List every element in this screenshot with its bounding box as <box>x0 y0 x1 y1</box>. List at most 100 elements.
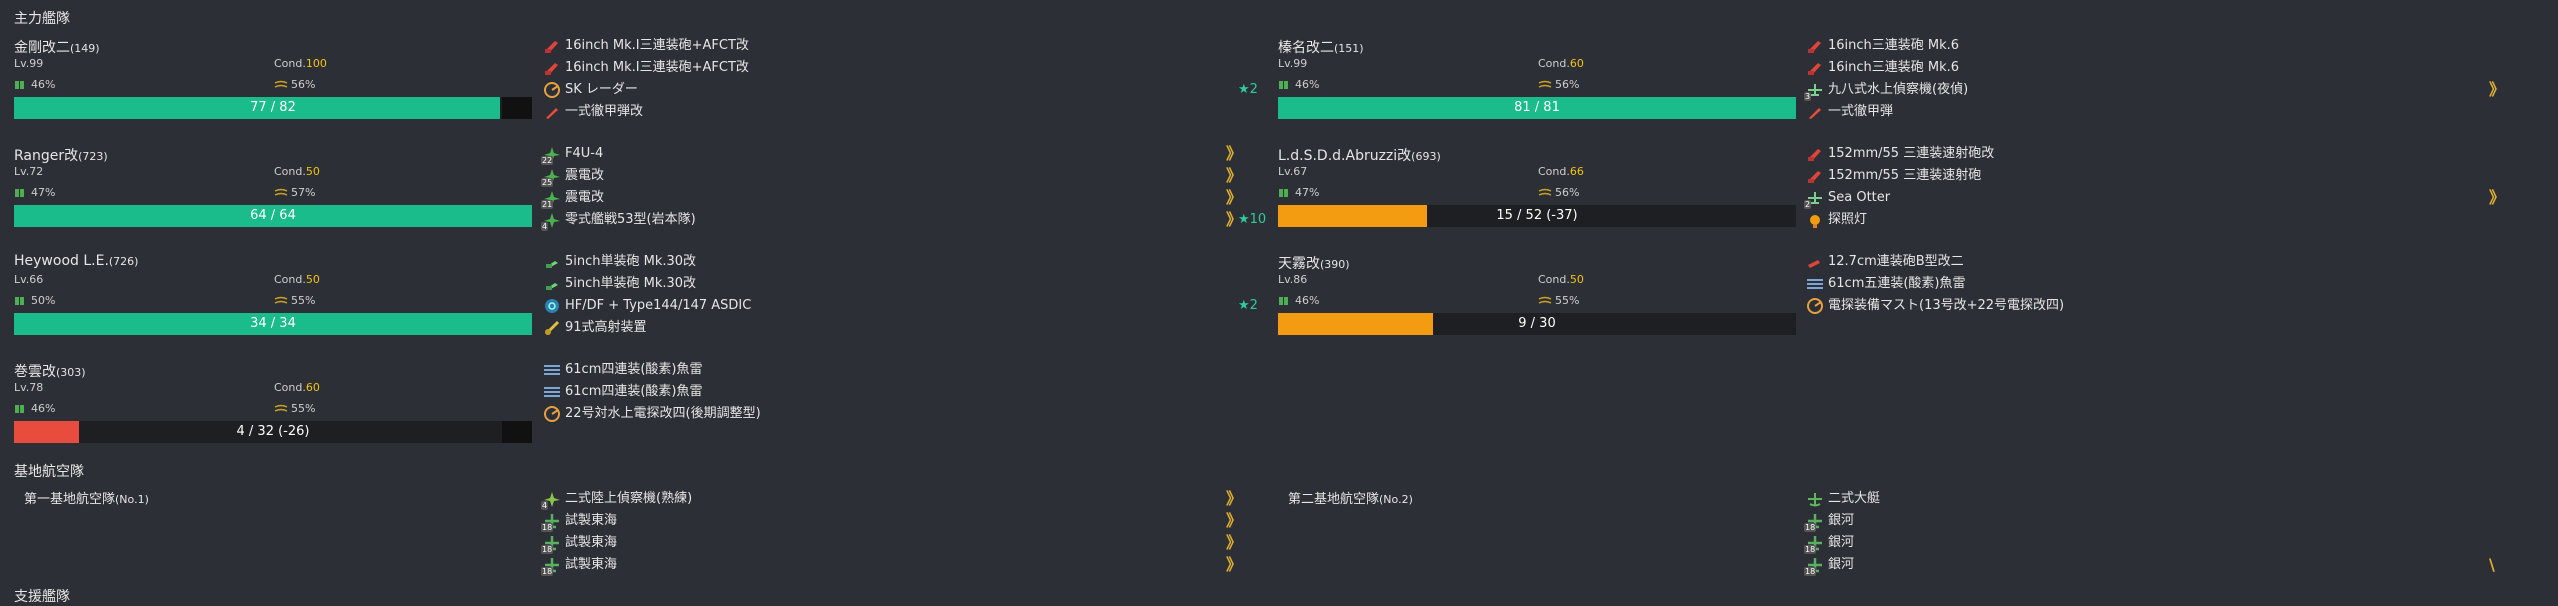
equip-name: 九八式水上偵察機(夜偵) <box>1828 82 1969 97</box>
ship-card[interactable]: 天霧改(390) Lv.86 Cond.50 46% 55% 9 / 30 <box>1268 251 1796 351</box>
equip-slot[interactable]: 12.7cm連装砲B型改二 <box>1806 251 2506 273</box>
equip-name: 電探装備マスト(13号改+22号電探改四) <box>1828 298 2065 313</box>
proficiency-chevron-icon: 》 <box>1226 555 1243 574</box>
hp-text: 64 / 64 <box>250 208 296 223</box>
ammo-indicator: 56% <box>274 78 315 91</box>
proficiency-badge: 18 <box>1804 545 1817 554</box>
hp-text: 34 / 34 <box>250 316 296 331</box>
equip-slot[interactable]: 152mm/55 三連装速射砲改 <box>1806 143 2506 165</box>
ship-id: (151) <box>1334 42 1364 55</box>
equip-slot[interactable]: 18 銀河 <box>1804 510 2506 532</box>
equip-slot[interactable]: 16inch三連装砲 Mk.6 <box>1806 57 2506 79</box>
torpedo-icon <box>1806 275 1824 293</box>
land-bomber-icon: 18 <box>1804 556 1824 576</box>
fighter-icon: 4 <box>541 211 561 231</box>
equip-slot[interactable]: 18 試製東海 》 <box>541 554 1243 576</box>
fuel-indicator: 46% <box>14 78 55 91</box>
equip-slot[interactable]: SK レーダー ★2 <box>543 79 1258 101</box>
air-base-name[interactable]: 第一基地航空隊(No.1) <box>24 488 149 507</box>
equip-name: F4U-4 <box>565 146 604 161</box>
ship-id: (693) <box>1411 150 1441 163</box>
proficiency-badge: 18 <box>541 523 554 532</box>
equip-slot[interactable]: 3 九八式水上偵察機(夜偵) 》 <box>1804 79 2506 101</box>
proficiency-chevron-icon: 》 <box>2489 80 2506 99</box>
fuel-icon <box>1278 79 1292 90</box>
ship-card[interactable]: 巻雲改(303) Lv.78 Cond.60 46% 55% 4 / 32 (-26) <box>4 359 532 459</box>
equip-name: 一式徹甲弾改 <box>565 104 644 119</box>
equip-slot[interactable]: 電探装備マスト(13号改+22号電探改四) <box>1806 295 2506 317</box>
ship-name: Heywood L.E.(726) <box>14 253 139 269</box>
equip-slot[interactable]: 18 銀河 \ <box>1804 554 2506 576</box>
equip-slot[interactable]: 4 二式陸上偵察機(熟練) 》 <box>541 488 1243 510</box>
gun-red-icon <box>1806 37 1824 55</box>
ship-card[interactable]: 金剛改二(149) Lv.99 Cond.100 46% 56% 77 / 82 <box>4 35 532 135</box>
equip-slot[interactable]: 16inch Mk.I三連装砲+AFCT改 <box>543 57 1243 79</box>
equip-slot[interactable]: 18 銀河 <box>1804 532 2506 554</box>
proficiency-chevron-icon: 》 <box>1226 533 1243 552</box>
equip-slot[interactable]: 5inch単装砲 Mk.30改 <box>543 251 1243 273</box>
equip-slot[interactable]: 152mm/55 三連装速射砲 <box>1806 165 2506 187</box>
equip-slot[interactable]: 18 試製東海 》 <box>541 510 1243 532</box>
equip-name: 16inch Mk.I三連装砲+AFCT改 <box>565 60 749 75</box>
equip-slot[interactable]: 探照灯 <box>1806 209 2506 231</box>
equip-name: 銀河 <box>1828 535 1855 550</box>
ship-condition: Cond.60 <box>1538 57 1584 70</box>
ship-card[interactable]: L.d.S.D.d.Abruzzi改(693) Lv.67 Cond.66 47% 56… <box>1268 143 1796 243</box>
ammo-icon <box>274 295 288 306</box>
ship-level: Lv.99 <box>1278 57 1308 70</box>
gun-green-icon <box>543 253 561 271</box>
equip-slot[interactable]: 61cm五連装(酸素)魚雷 <box>1806 273 2506 295</box>
fuel-indicator: 50% <box>14 294 55 307</box>
equip-slot[interactable]: 5inch単装砲 Mk.30改 <box>543 273 1243 295</box>
ship-name: 天霧改(390) <box>1278 256 1350 272</box>
equip-name: 試製東海 <box>565 535 618 550</box>
equip-name: 5inch単装砲 Mk.30改 <box>565 276 697 291</box>
proficiency-badge: 22 <box>541 156 554 165</box>
equip-slot[interactable]: 2 Sea Otter 》 <box>1804 187 2506 209</box>
equip-slot[interactable]: 16inch三連装砲 Mk.6 <box>1806 35 2506 57</box>
ship-id: (723) <box>78 150 108 163</box>
improvement-star: ★10 <box>1238 212 1267 227</box>
equip-slot[interactable]: 4 零式艦戦53型(岩本隊) 》 ★10 <box>541 209 1266 231</box>
ship-card[interactable]: 榛名改二(151) Lv.99 Cond.60 46% 56% 81 / 81 <box>1268 35 1796 135</box>
ship-level: Lv.72 <box>14 165 44 178</box>
equip-slot[interactable]: 25 震電改 》 <box>541 165 1243 187</box>
hp-bar: 4 / 32 (-26) <box>14 421 532 443</box>
land-bomber-icon: 18 <box>541 556 561 576</box>
hp-text: 81 / 81 <box>1514 100 1560 115</box>
equip-slot[interactable]: 22号対水上電探改四(後期調整型) <box>543 403 1243 425</box>
equip-name: HF/DF + Type144/147 ASDIC <box>565 298 752 313</box>
fuel-icon <box>1278 187 1292 198</box>
gun-red-icon <box>543 37 561 55</box>
fuel-indicator: 47% <box>14 186 55 199</box>
gun-red-icon <box>1806 167 1824 185</box>
proficiency-chevron-icon: 》 <box>1226 144 1243 163</box>
ship-card[interactable]: Heywood L.E.(726) Lv.66 Cond.50 50% 55% 34 / … <box>4 251 532 351</box>
equip-name: 152mm/55 三連装速射砲 <box>1828 168 1982 183</box>
equip-slot[interactable]: 一式徹甲弾 <box>1806 101 2506 123</box>
proficiency-badge: 18 <box>1804 567 1817 576</box>
equip-slot[interactable]: 61cm四連装(酸素)魚雷 <box>543 359 1243 381</box>
equip-name: 5inch単装砲 Mk.30改 <box>565 254 697 269</box>
equip-slot[interactable]: HF/DF + Type144/147 ASDIC ★2 <box>543 295 1258 317</box>
ammo-indicator: 56% <box>1538 78 1579 91</box>
equip-slot[interactable]: 一式徹甲弾改 <box>543 101 1243 123</box>
ship-card[interactable]: Ranger改(723) Lv.72 Cond.50 47% 57% 64 / 64 <box>4 143 532 243</box>
equip-slot[interactable]: 22 F4U-4 》 <box>541 143 1243 165</box>
equip-slot[interactable]: 二式大艇 <box>1806 488 2506 510</box>
equip-slot[interactable]: 18 試製東海 》 <box>541 532 1243 554</box>
equip-slot[interactable]: 21 震電改 》 <box>541 187 1243 209</box>
hp-bar: 15 / 52 (-37) <box>1278 205 1796 227</box>
equip-slot[interactable]: 16inch Mk.I三連装砲+AFCT改 <box>543 35 1243 57</box>
equip-slot[interactable]: 61cm四連装(酸素)魚雷 <box>543 381 1243 403</box>
equip-name: 91式高射装置 <box>565 320 647 335</box>
proficiency-badge: 25 <box>541 178 554 187</box>
fuel-icon <box>14 187 28 198</box>
section-main-fleet: 主力艦隊 <box>14 11 70 27</box>
air-base-name[interactable]: 第二基地航空隊(No.2) <box>1288 488 1413 507</box>
equip-name: 12.7cm連装砲B型改二 <box>1828 254 1964 269</box>
equip-slot[interactable]: 91式高射装置 <box>543 317 1243 339</box>
shell-icon <box>1806 103 1824 121</box>
ship-name: L.d.S.D.d.Abruzzi改(693) <box>1278 148 1441 164</box>
air-base-id: (No.1) <box>115 493 149 506</box>
